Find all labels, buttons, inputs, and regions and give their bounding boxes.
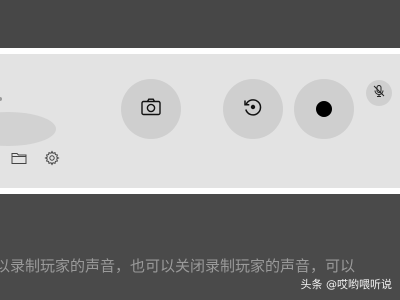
- mic-off-icon: [372, 84, 386, 103]
- caption-text: 可以录制玩家的声音，也可以关闭录制玩家的声音，可以: [0, 257, 356, 275]
- microphone-toggle-button[interactable]: [366, 80, 392, 106]
- decor-ellipse: [0, 112, 56, 146]
- game-bar-toolbar: [0, 54, 400, 188]
- start-recording-button[interactable]: [294, 79, 354, 139]
- record-last-button[interactable]: [223, 79, 283, 139]
- camera-icon: [139, 95, 163, 124]
- top-band: [0, 0, 400, 48]
- decor-dot: [0, 97, 2, 101]
- settings-button[interactable]: [44, 149, 60, 171]
- replay-icon: [241, 95, 265, 124]
- screenshot-button[interactable]: [121, 79, 181, 139]
- record-icon: [316, 101, 332, 117]
- open-folder-button[interactable]: [11, 152, 27, 168]
- gear-icon: [44, 149, 60, 171]
- watermark-text: 头条 @哎哟喂听说: [300, 278, 393, 291]
- folder-icon: [11, 151, 27, 170]
